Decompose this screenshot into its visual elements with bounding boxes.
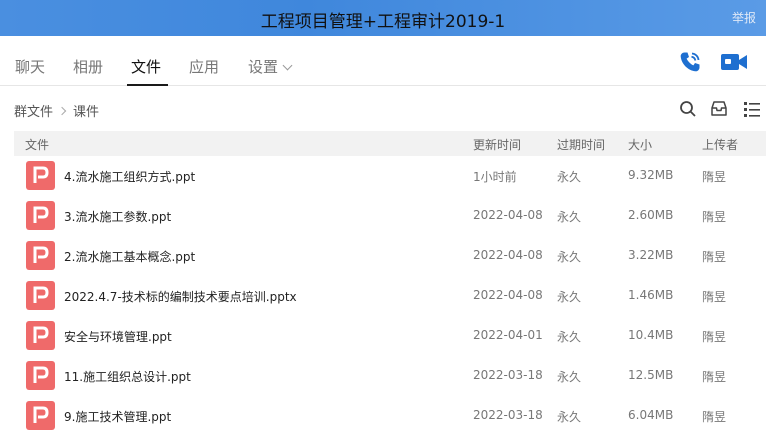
file-expires: 永久 (557, 170, 582, 184)
file-expires: 永久 (557, 370, 582, 384)
ppt-file-icon (26, 401, 55, 430)
tab-settings[interactable]: 设置 (248, 56, 293, 77)
file-updated: 2022-04-08 (473, 208, 543, 222)
file-expires: 永久 (557, 290, 582, 304)
table-header: 文件 更新时间 过期时间 大小 上传者 (14, 131, 766, 156)
file-uploader[interactable]: 隋昱 (702, 368, 726, 385)
file-name[interactable]: 11.施工组织总设计.ppt (64, 368, 191, 385)
report-link[interactable]: 举报 (732, 9, 756, 26)
breadcrumb-root[interactable]: 群文件 (14, 105, 53, 120)
phone-icon[interactable] (678, 50, 702, 74)
file-updated: 2022-04-01 (473, 328, 543, 342)
table-row[interactable]: 9.施工技术管理.ppt 2022-03-18 永久 6.04MB 隋昱 (14, 396, 766, 436)
title-bar: 工程项目管理+工程审计2019-1 举报 (0, 0, 766, 36)
file-size: 6.04MB (628, 408, 674, 422)
list-view-icon[interactable] (743, 100, 761, 118)
file-updated: 2022-04-08 (473, 288, 543, 302)
file-updated: 2022-03-18 (473, 408, 543, 422)
file-uploader[interactable]: 隋昱 (702, 208, 726, 225)
tab-settings-label: 设置 (248, 58, 279, 76)
file-size: 3.22MB (628, 248, 674, 262)
file-name[interactable]: 安全与环境管理.ppt (64, 328, 172, 345)
ppt-file-icon (26, 321, 55, 350)
file-list: 4.流水施工组织方式.ppt 1小时前 永久 9.32MB 隋昱 3.流水施工参… (14, 156, 766, 436)
column-updated[interactable]: 更新时间 (473, 136, 521, 153)
file-name[interactable]: 4.流水施工组织方式.ppt (64, 168, 195, 185)
file-expires: 永久 (557, 210, 582, 224)
table-row[interactable]: 安全与环境管理.ppt 2022-04-01 永久 10.4MB 隋昱 (14, 316, 766, 356)
table-row[interactable]: 2.流水施工基本概念.ppt 2022-04-08 永久 3.22MB 隋昱 (14, 236, 766, 276)
file-size: 2.60MB (628, 208, 674, 222)
file-size: 10.4MB (628, 328, 674, 342)
file-expires: 永久 (557, 250, 582, 264)
tab-files[interactable]: 文件 (131, 56, 161, 77)
file-updated: 2022-03-18 (473, 368, 543, 382)
file-updated: 2022-04-08 (473, 248, 543, 262)
file-uploader[interactable]: 隋昱 (702, 248, 726, 265)
ppt-file-icon (26, 281, 55, 310)
file-uploader[interactable]: 隋昱 (702, 168, 726, 185)
download-box-icon[interactable] (710, 100, 728, 118)
ppt-file-icon (26, 241, 55, 270)
ppt-file-icon (26, 201, 55, 230)
file-expires: 永久 (557, 410, 582, 424)
tab-album[interactable]: 相册 (73, 56, 103, 77)
column-size[interactable]: 大小 (628, 136, 652, 153)
chevron-right-icon (57, 106, 67, 116)
search-icon[interactable] (679, 100, 697, 118)
file-uploader[interactable]: 隋昱 (702, 408, 726, 425)
tab-chat[interactable]: 聊天 (15, 56, 45, 77)
file-expires: 永久 (557, 330, 582, 344)
column-uploader[interactable]: 上传者 (702, 136, 738, 153)
file-name[interactable]: 9.施工技术管理.ppt (64, 408, 171, 425)
chevron-down-icon (282, 60, 293, 71)
column-file[interactable]: 文件 (25, 136, 49, 153)
table-row[interactable]: 4.流水施工组织方式.ppt 1小时前 永久 9.32MB 隋昱 (14, 156, 766, 196)
file-uploader[interactable]: 隋昱 (702, 328, 726, 345)
table-row[interactable]: 3.流水施工参数.ppt 2022-04-08 永久 2.60MB 隋昱 (14, 196, 766, 236)
file-name[interactable]: 2.流水施工基本概念.ppt (64, 248, 195, 265)
breadcrumb-current: 课件 (73, 105, 100, 120)
table-row[interactable]: 11.施工组织总设计.ppt 2022-03-18 永久 12.5MB 隋昱 (14, 356, 766, 396)
breadcrumb: 群文件 课件 (14, 101, 99, 120)
file-size: 12.5MB (628, 368, 674, 382)
file-name[interactable]: 2022.4.7-技术标的编制技术要点培训.pptx (64, 288, 297, 305)
column-expires[interactable]: 过期时间 (557, 136, 605, 153)
file-name[interactable]: 3.流水施工参数.ppt (64, 208, 171, 225)
window-title: 工程项目管理+工程审计2019-1 (260, 12, 506, 32)
table-row[interactable]: 2022.4.7-技术标的编制技术要点培训.pptx 2022-04-08 永久… (14, 276, 766, 316)
ppt-file-icon (26, 361, 55, 390)
tab-bar: 聊天 相册 文件 应用 设置 (0, 36, 766, 86)
file-size: 9.32MB (628, 168, 674, 182)
ppt-file-icon (26, 161, 55, 190)
video-camera-icon[interactable] (720, 51, 748, 73)
tab-apps[interactable]: 应用 (189, 56, 219, 77)
file-uploader[interactable]: 隋昱 (702, 288, 726, 305)
file-size: 1.46MB (628, 288, 674, 302)
file-updated: 1小时前 (473, 170, 517, 184)
active-tab-indicator (127, 84, 168, 86)
